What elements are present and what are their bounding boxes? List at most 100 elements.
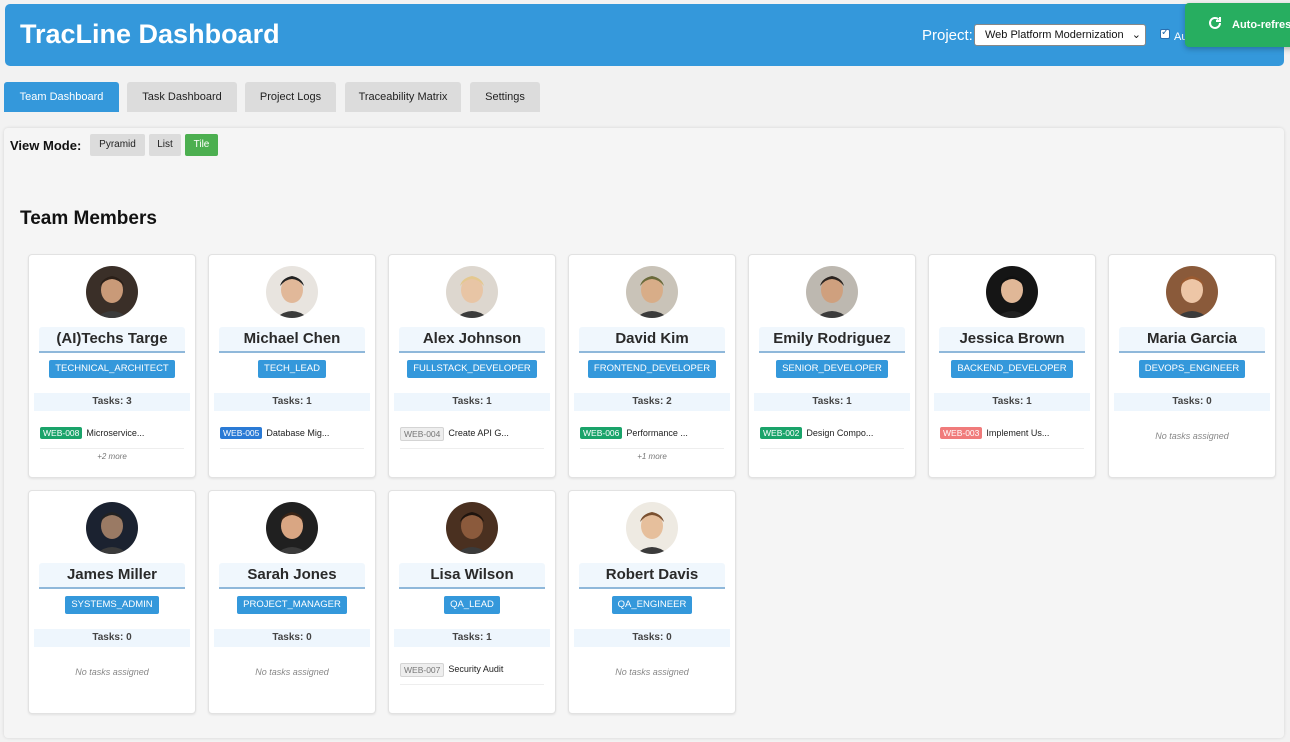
role-badge: SYSTEMS_ADMIN xyxy=(65,596,159,614)
member-name: Jessica Brown xyxy=(939,327,1085,353)
view-mode-list-button[interactable]: List xyxy=(149,134,181,156)
member-name: Michael Chen xyxy=(219,327,365,353)
task-title: Implement Us... xyxy=(986,428,1050,438)
role-badge: FULLSTACK_DEVELOPER xyxy=(407,360,537,378)
member-name: Emily Rodriguez xyxy=(759,327,905,353)
member-name: David Kim xyxy=(579,327,725,353)
app-header: TracLine Dashboard Project: Web Platform… xyxy=(5,4,1284,66)
avatar xyxy=(446,266,498,318)
member-card-robert-davis[interactable]: Robert Davis QA_ENGINEER Tasks: 0 No tasks … xyxy=(568,490,736,714)
avatar xyxy=(1166,266,1218,318)
role-badge: PROJECT_MANAGER xyxy=(237,596,347,614)
avatar-photo-icon xyxy=(446,502,498,554)
tab-task-dashboard[interactable]: Task Dashboard xyxy=(127,82,237,112)
tab-team-dashboard[interactable]: Team Dashboard xyxy=(4,82,119,112)
member-card-lisa-wilson[interactable]: Lisa Wilson QA_LEAD Tasks: 1 WEB-007 Securi… xyxy=(388,490,556,714)
team-dashboard-panel: View Mode: Pyramid List Tile Team Member… xyxy=(4,128,1284,738)
task-item[interactable]: WEB-004 Create API G... xyxy=(400,427,544,449)
refresh-icon xyxy=(1209,16,1221,29)
task-item[interactable]: WEB-007 Security Audit xyxy=(400,663,544,685)
task-id-badge: WEB-004 xyxy=(400,427,445,441)
auto-refresh-checkbox[interactable] xyxy=(1160,27,1170,39)
task-id-badge: WEB-007 xyxy=(400,663,445,677)
no-tasks-message: No tasks assigned xyxy=(255,667,329,677)
more-tasks-link[interactable]: +2 more xyxy=(29,452,195,461)
member-card-sarah-jones[interactable]: Sarah Jones PROJECT_MANAGER Tasks: 0 No tas… xyxy=(208,490,376,714)
task-id-badge: WEB-002 xyxy=(760,427,803,439)
member-card-michael-chen[interactable]: Michael Chen TECH_LEAD Tasks: 1 WEB-005 Dat… xyxy=(208,254,376,478)
avatar xyxy=(446,502,498,554)
avatar xyxy=(86,502,138,554)
member-name: Maria Garcia xyxy=(1119,327,1265,353)
member-card-jessica-brown[interactable]: Jessica Brown BACKEND_DEVELOPER Tasks: 1 W… xyxy=(928,254,1096,478)
avatar xyxy=(266,266,318,318)
member-card-james-miller[interactable]: James Miller SYSTEMS_ADMIN Tasks: 0 No task… xyxy=(28,490,196,714)
avatar-photo-icon xyxy=(446,266,498,318)
member-name: Alex Johnson xyxy=(399,327,545,353)
avatar-photo-icon xyxy=(266,266,318,318)
task-id-badge: WEB-003 xyxy=(940,427,983,439)
auto-refresh-toast: Auto-refres xyxy=(1185,3,1290,47)
app-title: TracLine Dashboard xyxy=(20,19,280,49)
task-title: Performance ... xyxy=(626,428,688,438)
avatar-photo-icon xyxy=(626,502,678,554)
avatar-photo-icon xyxy=(86,502,138,554)
member-name: (AI)Techs Targe xyxy=(39,327,185,353)
avatar-photo-icon xyxy=(986,266,1038,318)
avatar-photo-icon xyxy=(806,266,858,318)
task-count: Tasks: 0 xyxy=(574,629,730,647)
avatar xyxy=(626,266,678,318)
team-members-heading: Team Members xyxy=(20,208,157,229)
avatar xyxy=(626,502,678,554)
task-item[interactable]: WEB-003 Implement Us... xyxy=(940,427,1084,449)
task-count: Tasks: 1 xyxy=(394,629,550,647)
task-count: Tasks: 1 xyxy=(394,393,550,411)
chevron-down-icon: ⌄ xyxy=(1131,29,1141,41)
role-badge: SENIOR_DEVELOPER xyxy=(776,360,888,378)
project-select-value: Web Platform Modernization xyxy=(985,29,1124,41)
view-mode-tile-button[interactable]: Tile xyxy=(185,134,218,156)
tab-traceability-matrix[interactable]: Traceability Matrix xyxy=(345,82,461,112)
more-tasks-link[interactable]: +1 more xyxy=(569,452,735,461)
no-tasks-message: No tasks assigned xyxy=(75,667,149,677)
no-tasks-message: No tasks assigned xyxy=(615,667,689,677)
task-count: Tasks: 0 xyxy=(1114,393,1270,411)
tab-project-logs[interactable]: Project Logs xyxy=(245,82,336,112)
toast-text: Auto-refres xyxy=(1232,19,1290,31)
task-count: Tasks: 0 xyxy=(34,629,190,647)
avatar xyxy=(86,266,138,318)
task-item[interactable]: WEB-002 Design Compo... xyxy=(760,427,904,449)
view-mode-pyramid-button[interactable]: Pyramid xyxy=(90,134,145,156)
task-count: Tasks: 1 xyxy=(754,393,910,411)
task-title: Microservice... xyxy=(86,428,145,438)
task-item[interactable]: WEB-006 Performance ... xyxy=(580,427,724,449)
member-name: Robert Davis xyxy=(579,563,725,589)
task-item[interactable]: WEB-005 Database Mig... xyxy=(220,427,364,449)
avatar-photo-icon xyxy=(626,266,678,318)
project-label: Project: xyxy=(922,27,973,44)
role-badge: BACKEND_DEVELOPER xyxy=(951,360,1073,378)
tab-settings[interactable]: Settings xyxy=(470,82,540,112)
task-count: Tasks: 2 xyxy=(574,393,730,411)
member-name: James Miller xyxy=(39,563,185,589)
member-name: Lisa Wilson xyxy=(399,563,545,589)
task-title: Design Compo... xyxy=(806,428,874,438)
role-badge: QA_LEAD xyxy=(444,596,500,614)
view-mode-label: View Mode: xyxy=(10,138,82,153)
project-select[interactable]: Web Platform Modernization ⌄ xyxy=(974,24,1146,46)
role-badge: TECHNICAL_ARCHITECT xyxy=(49,360,175,378)
member-card-emily-rodriguez[interactable]: Emily Rodriguez SENIOR_DEVELOPER Tasks: 1 … xyxy=(748,254,916,478)
member-card-alex-johnson[interactable]: Alex Johnson FULLSTACK_DEVELOPER Tasks: 1 … xyxy=(388,254,556,478)
task-id-badge: WEB-006 xyxy=(580,427,623,439)
task-id-badge: WEB-005 xyxy=(220,427,263,439)
member-card-david-kim[interactable]: David Kim FRONTEND_DEVELOPER Tasks: 2 WEB-… xyxy=(568,254,736,478)
task-id-badge: WEB-008 xyxy=(40,427,83,439)
task-item[interactable]: WEB-008 Microservice... xyxy=(40,427,184,449)
role-badge: FRONTEND_DEVELOPER xyxy=(587,360,717,378)
member-card-ai-techs-targe[interactable]: (AI)Techs Targe TECHNICAL_ARCHITECT Tasks:… xyxy=(28,254,196,478)
role-badge: QA_ENGINEER xyxy=(611,596,693,614)
role-badge: TECH_LEAD xyxy=(258,360,326,378)
avatar xyxy=(986,266,1038,318)
member-card-maria-garcia[interactable]: Maria Garcia DEVOPS_ENGINEER Tasks: 0 No ta… xyxy=(1108,254,1276,478)
avatar xyxy=(806,266,858,318)
